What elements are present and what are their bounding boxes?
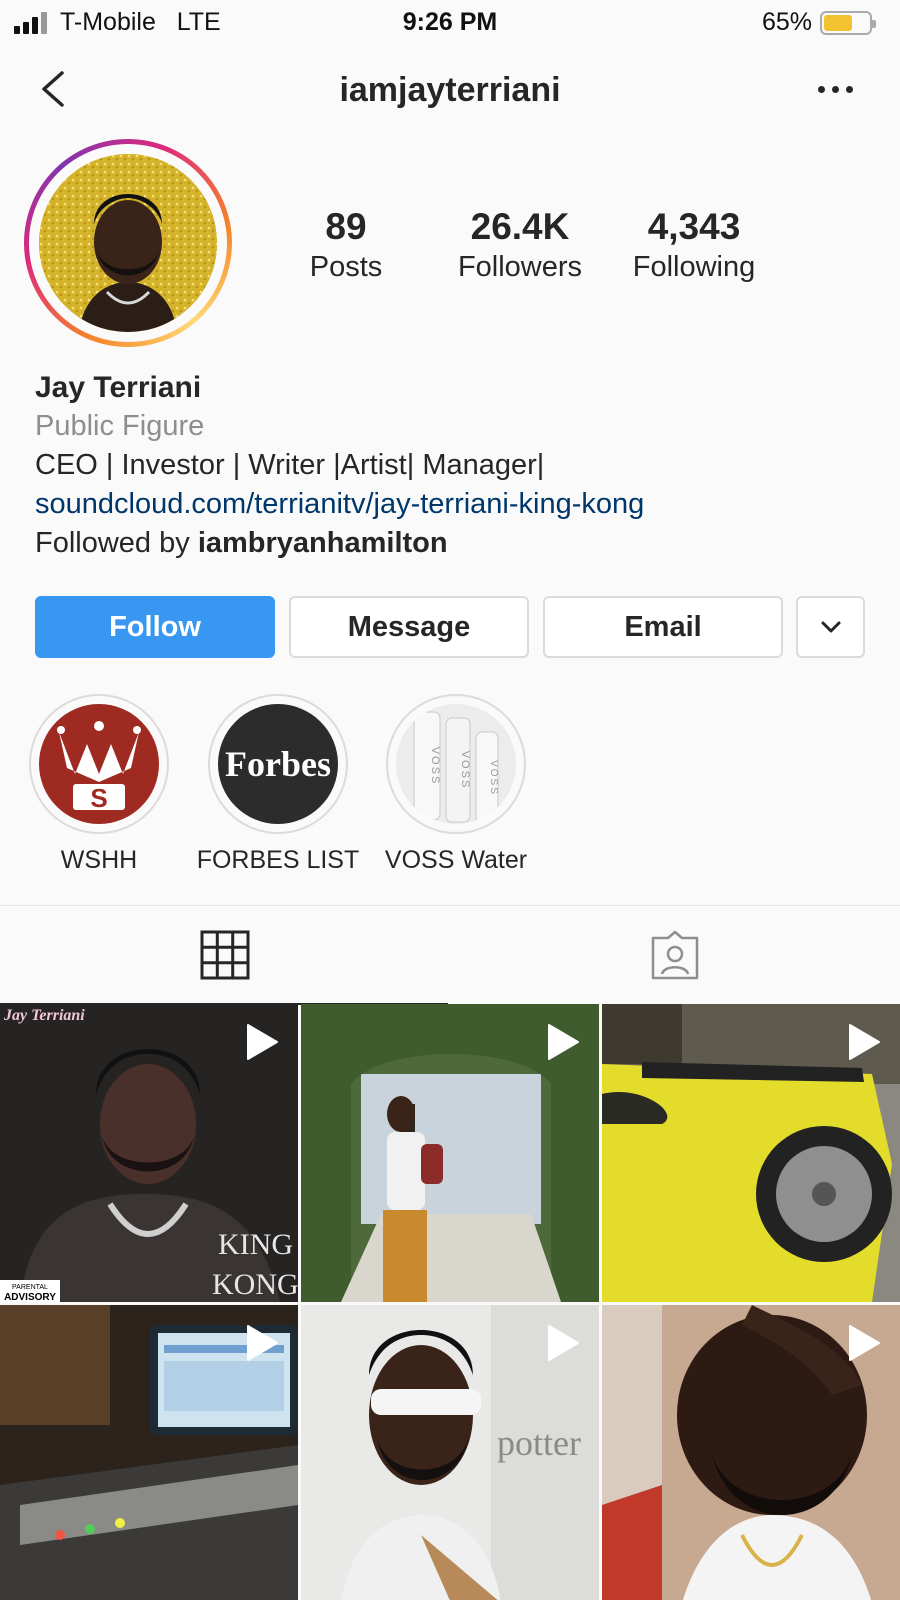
story-ring[interactable] [24,139,232,347]
svg-text:KING: KING [218,1228,293,1261]
battery-percent: 65% [761,8,812,36]
stat-followers[interactable]: 26.4K Followers [440,205,600,285]
follow-button[interactable]: Follow [35,596,275,658]
tab-posts-grid[interactable] [0,906,450,1005]
profile-tabs [0,905,900,1005]
video-play-icon [247,1325,278,1361]
svg-text:S: S [90,783,107,813]
post-thumbnail[interactable] [602,1004,900,1302]
post-thumbnail[interactable] [301,1004,599,1302]
svg-text:VOSS: VOSS [459,751,471,790]
status-bar: T-Mobile LTE 9:26 PM 65% [0,0,900,46]
grid-icon [200,930,250,980]
following-count: 4,343 [647,206,741,247]
profile-category: Public Figure [35,410,205,442]
chevron-down-icon [821,621,840,633]
battery-icon [820,11,876,35]
video-play-icon [849,1024,880,1060]
forbes-logo: Forbes [218,704,338,824]
post-thumbnail[interactable]: potter [301,1305,599,1600]
video-play-icon [548,1325,579,1361]
suggested-accounts-button[interactable] [796,596,865,658]
bio-link[interactable]: soundcloud.com/terrianitv/jay-terriani-k… [35,485,875,524]
highlight-label: VOSS Water [384,846,528,874]
post-thumbnail[interactable] [602,1305,900,1600]
video-play-icon [247,1024,278,1060]
tagged-icon [651,930,699,980]
profile-username-title: iamjayterriani [339,71,561,109]
svg-text:potter: potter [497,1423,581,1463]
wshh-logo: S [39,704,159,824]
svg-text:PARENTAL: PARENTAL [12,1284,48,1291]
svg-text:ADVISORY: ADVISORY [4,1292,56,1302]
svg-text:VOSS: VOSS [488,760,499,796]
highlight-label: WSHH [60,846,138,874]
svg-text:Forbes: Forbes [225,744,331,784]
profile-bio: Jay Terriani Public Figure CEO | Investo… [35,368,875,563]
svg-text:Jay Terriani: Jay Terriani [3,1007,85,1024]
more-horizontal-icon[interactable] [816,73,856,103]
highlight-label: FORBES LIST [196,846,360,874]
posts-grid: Jay Terriani KING KONG PARENTAL ADVISORY [0,1004,900,1600]
profile-nav-bar: iamjayterriani [0,55,900,125]
highlight-forbes-list[interactable]: Forbes FORBES LIST [188,694,368,875]
svg-text:KONG: KONG [212,1268,298,1301]
followed-by[interactable]: Followed by iambryanhamilton [35,524,875,563]
followed-by-user: iambryanhamilton [197,527,448,559]
followers-count: 26.4K [470,206,570,247]
highlight-wshh[interactable]: S WSHH [9,694,189,875]
video-play-icon [849,1325,880,1361]
email-button[interactable]: Email [543,596,783,658]
stat-posts[interactable]: 89 Posts [266,205,426,285]
bio-text: CEO | Investor | Writer |Artist| Manager… [35,449,545,481]
post-thumbnail[interactable] [0,1305,298,1600]
message-button[interactable]: Message [289,596,529,658]
voss-bottles-image: VOSS VOSS VOSS [396,704,516,824]
following-label: Following [632,251,756,283]
video-play-icon [548,1024,579,1060]
followers-label: Followers [457,251,583,283]
tab-tagged[interactable] [450,906,900,1004]
post-thumbnail[interactable]: Jay Terriani KING KONG PARENTAL ADVISORY [0,1004,298,1302]
highlight-voss-water[interactable]: VOSS VOSS VOSS VOSS Water [366,694,546,875]
profile-avatar[interactable] [39,154,217,332]
posts-count: 89 [325,206,367,247]
stat-following[interactable]: 4,343 Following [614,205,774,285]
posts-label: Posts [309,251,383,283]
profile-name: Jay Terriani [35,371,202,404]
svg-text:VOSS: VOSS [429,747,441,786]
